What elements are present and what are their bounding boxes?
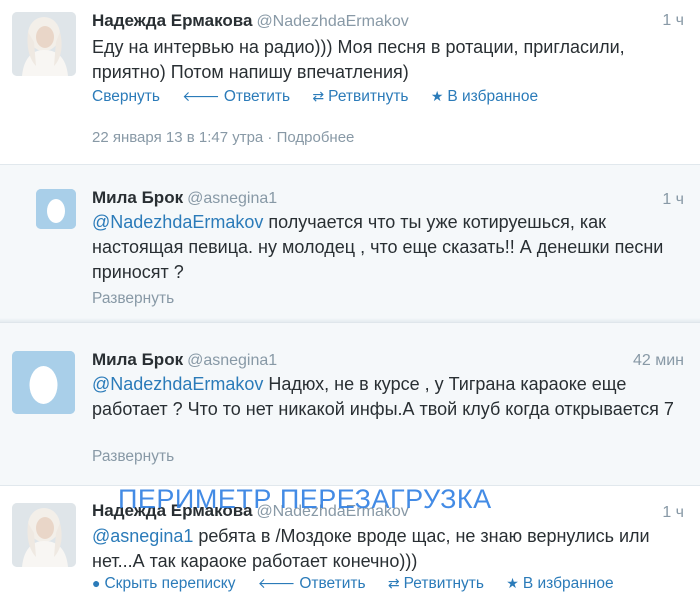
reply-arrow-icon: 🡐 xyxy=(257,575,296,591)
tweet-text: @NadezhdaErmakov получается что ты уже к… xyxy=(92,210,688,285)
tweet-expanded[interactable]: Надежда Ермакова @NadezhdaErmakov 1 ч Еду… xyxy=(0,0,700,164)
mention-link[interactable]: @NadezhdaErmakov xyxy=(92,212,263,232)
avatar[interactable] xyxy=(12,351,75,414)
author-handle[interactable]: @asnegina1 xyxy=(187,352,277,369)
speech-bubble-icon: ● xyxy=(92,575,101,591)
tweet-time[interactable]: 1 ч xyxy=(662,12,684,30)
reply-label: Ответить xyxy=(299,575,366,592)
hide-conversation-button[interactable]: ● Скрыть переписку xyxy=(92,575,235,593)
collapse-link[interactable]: Свернуть xyxy=(92,88,160,106)
user-photo-icon xyxy=(12,503,76,567)
tweet-reply[interactable]: Мила Брок @asnegina1 42 мин @NadezhdaErma… xyxy=(0,322,700,485)
reply-button[interactable]: 🡐 Ответить xyxy=(182,88,290,106)
favorite-button[interactable]: ★ В избранное xyxy=(431,88,538,106)
tweet-actions: ● Скрыть переписку 🡐 Ответить ⇄ Ретвитнуть … xyxy=(92,575,632,593)
tweet-header: Надежда Ермакова @NadezhdaErmakov xyxy=(92,10,409,33)
author-handle[interactable]: @asnegina1 xyxy=(187,190,277,207)
favorite-button[interactable]: ★ В избранное xyxy=(506,575,613,593)
egg-icon xyxy=(36,189,76,229)
retweet-label: Ретвитнуть xyxy=(328,88,409,105)
tweet-text: Еду на интервью на радио))) Моя песня в … xyxy=(92,37,625,82)
reply-label: Ответить xyxy=(223,88,291,105)
author-name[interactable]: Надежда Ермакова xyxy=(92,11,252,30)
mention-link[interactable]: @asnegina1 xyxy=(92,526,193,546)
mention-link[interactable]: @NadezhdaErmakov xyxy=(92,374,263,394)
star-icon: ★ xyxy=(506,575,519,591)
avatar[interactable] xyxy=(12,12,76,76)
tweet-time[interactable]: 1 ч xyxy=(662,191,684,209)
egg-icon xyxy=(12,351,75,414)
retweet-label: Ретвитнуть xyxy=(403,575,484,592)
retweet-icon: ⇄ xyxy=(312,88,325,104)
reply-button[interactable]: 🡐 Ответить xyxy=(258,575,366,593)
favorite-label: В избранное xyxy=(447,88,539,105)
tweet-text: @NadezhdaErmakov Надюх, не в курсе , у Т… xyxy=(92,372,688,422)
tweet-header: Мила Брок @asnegina1 xyxy=(92,187,277,210)
tweet-actions: Свернуть 🡐 Ответить ⇄ Ретвитнуть ★ В избран… xyxy=(92,88,556,106)
expand-link[interactable]: Развернуть xyxy=(92,290,174,308)
tweet-time[interactable]: 1 ч xyxy=(662,504,684,522)
author-name[interactable]: Мила Брок xyxy=(92,188,183,207)
author-name[interactable]: Мила Брок xyxy=(92,350,183,369)
tweet-header: Мила Брок @asnegina1 xyxy=(92,349,277,372)
tweet-timestamp-details[interactable]: 22 января 13 в 1:47 утра · Подробнее xyxy=(92,129,354,146)
retweet-button[interactable]: ⇄ Ретвитнуть xyxy=(388,575,484,593)
retweet-icon: ⇄ xyxy=(387,575,400,591)
reply-arrow-icon: 🡐 xyxy=(182,88,220,104)
author-handle[interactable]: @NadezhdaErmakov xyxy=(256,13,408,30)
watermark-text: ПЕРИМЕТР ПЕРЕЗАГРУЗКА xyxy=(118,484,492,514)
favorite-label: В избранное xyxy=(522,575,614,592)
user-photo-icon xyxy=(12,12,76,76)
tweet-reply[interactable]: Мила Брок @asnegina1 1 ч @NadezhdaErmakov… xyxy=(0,164,700,322)
tweet-text: @asnegina1 ребята в /Моздоке вроде щас, … xyxy=(92,524,688,574)
hide-conversation-label: Скрыть переписку xyxy=(104,575,236,592)
avatar[interactable] xyxy=(36,189,76,229)
retweet-button[interactable]: ⇄ Ретвитнуть xyxy=(312,88,408,106)
tweet-time[interactable]: 42 мин xyxy=(633,352,684,370)
star-icon: ★ xyxy=(430,88,444,104)
avatar[interactable] xyxy=(12,503,76,567)
expand-link[interactable]: Развернуть xyxy=(92,448,174,466)
